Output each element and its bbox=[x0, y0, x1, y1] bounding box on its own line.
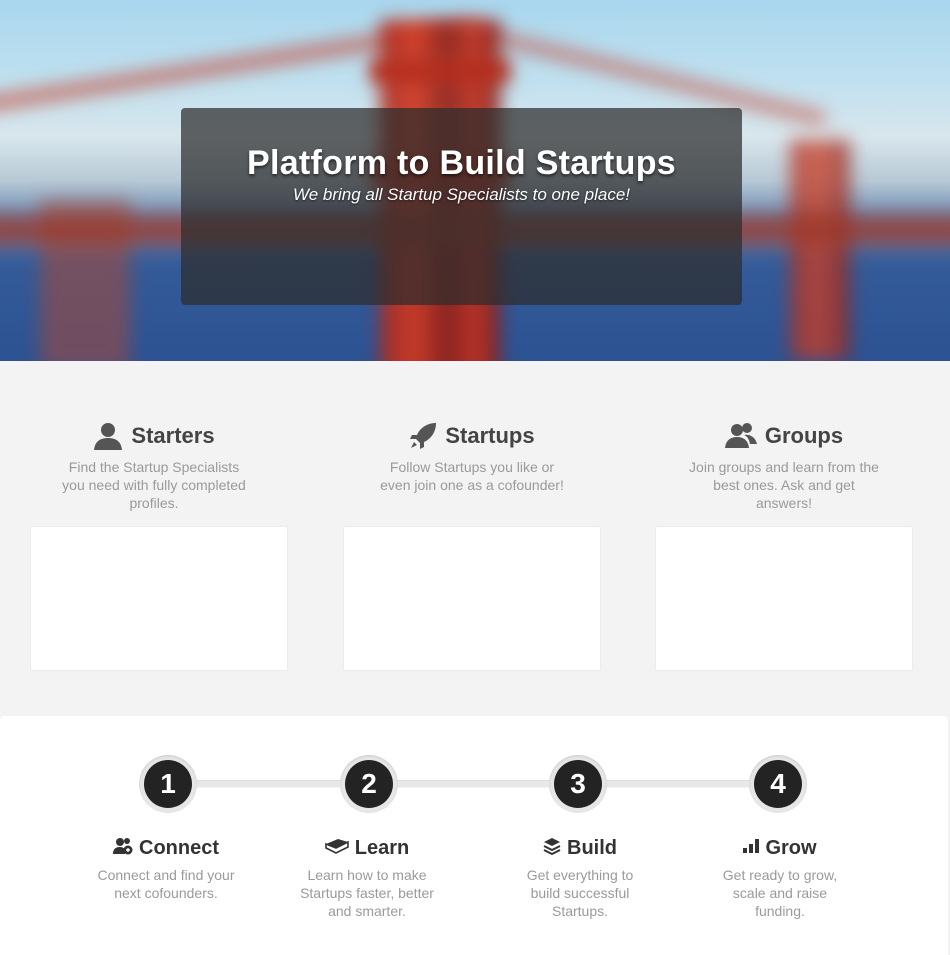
step-marker-4: 4 bbox=[749, 755, 807, 813]
hero-background-tower-beam bbox=[370, 60, 510, 82]
step-title: Learn bbox=[354, 836, 410, 859]
rocket-icon bbox=[409, 422, 437, 450]
step-number: 2 bbox=[345, 760, 393, 808]
step-description: Get everything to build successful Start… bbox=[526, 867, 634, 919]
bar-chart-icon bbox=[743, 838, 760, 858]
step-marker-1: 1 bbox=[139, 755, 197, 813]
step-description: Get ready to grow, scale and raise fundi… bbox=[722, 867, 838, 919]
step-title: Grow bbox=[765, 836, 817, 859]
feature-title: Starters bbox=[131, 423, 215, 448]
step-description: Connect and find your next cofounders. bbox=[97, 867, 235, 901]
step-number: 3 bbox=[554, 760, 602, 808]
feature-card-startups[interactable] bbox=[343, 526, 601, 671]
layers-icon bbox=[543, 837, 561, 860]
feature-groups: Groups Join groups and learn from the be… bbox=[655, 420, 913, 512]
book-icon bbox=[324, 838, 349, 859]
feature-description: Join groups and learn from the best ones… bbox=[689, 459, 879, 511]
hero-title: Platform to Build Startups bbox=[246, 144, 677, 182]
person-icon bbox=[93, 422, 123, 450]
step-grow: Grow Get ready to grow, scale and raise … bbox=[695, 836, 865, 920]
feature-title: Groups bbox=[764, 423, 844, 448]
hero-panel: Platform to Build Startups We bring all … bbox=[181, 108, 742, 305]
steps-progress-track bbox=[168, 780, 780, 788]
feature-title: Startups bbox=[445, 423, 535, 448]
feature-card-groups[interactable] bbox=[655, 526, 913, 671]
step-marker-2: 2 bbox=[340, 755, 398, 813]
hero-subtitle: We bring all Startup Specialists to one … bbox=[292, 185, 631, 204]
step-number: 1 bbox=[144, 760, 192, 808]
hero-background-tower bbox=[790, 140, 850, 360]
feature-description: Follow Startups you like or even join on… bbox=[380, 459, 564, 493]
connect-users-icon bbox=[113, 837, 133, 860]
step-build: Build Get everything to build successful… bbox=[495, 836, 665, 920]
feature-starters: Starters Find the Startup Specialists yo… bbox=[25, 420, 283, 512]
step-title: Build bbox=[567, 836, 617, 859]
steps-section: 1 2 3 4 Connect Connect and find your ne… bbox=[0, 716, 948, 955]
step-title: Connect bbox=[139, 836, 219, 859]
feature-card-starters[interactable] bbox=[30, 526, 288, 671]
hero-banner: Platform to Build Startups We bring all … bbox=[0, 0, 950, 361]
step-connect: Connect Connect and find your next cofou… bbox=[81, 836, 251, 902]
step-description: Learn how to make Startups faster, bette… bbox=[300, 867, 434, 919]
group-icon bbox=[724, 422, 757, 450]
step-marker-3: 3 bbox=[549, 755, 607, 813]
step-learn: Learn Learn how to make Startups faster,… bbox=[282, 836, 452, 920]
feature-startups: Startups Follow Startups you like or eve… bbox=[343, 420, 601, 494]
feature-description: Find the Startup Specialists you need wi… bbox=[62, 459, 246, 511]
step-number: 4 bbox=[754, 760, 802, 808]
